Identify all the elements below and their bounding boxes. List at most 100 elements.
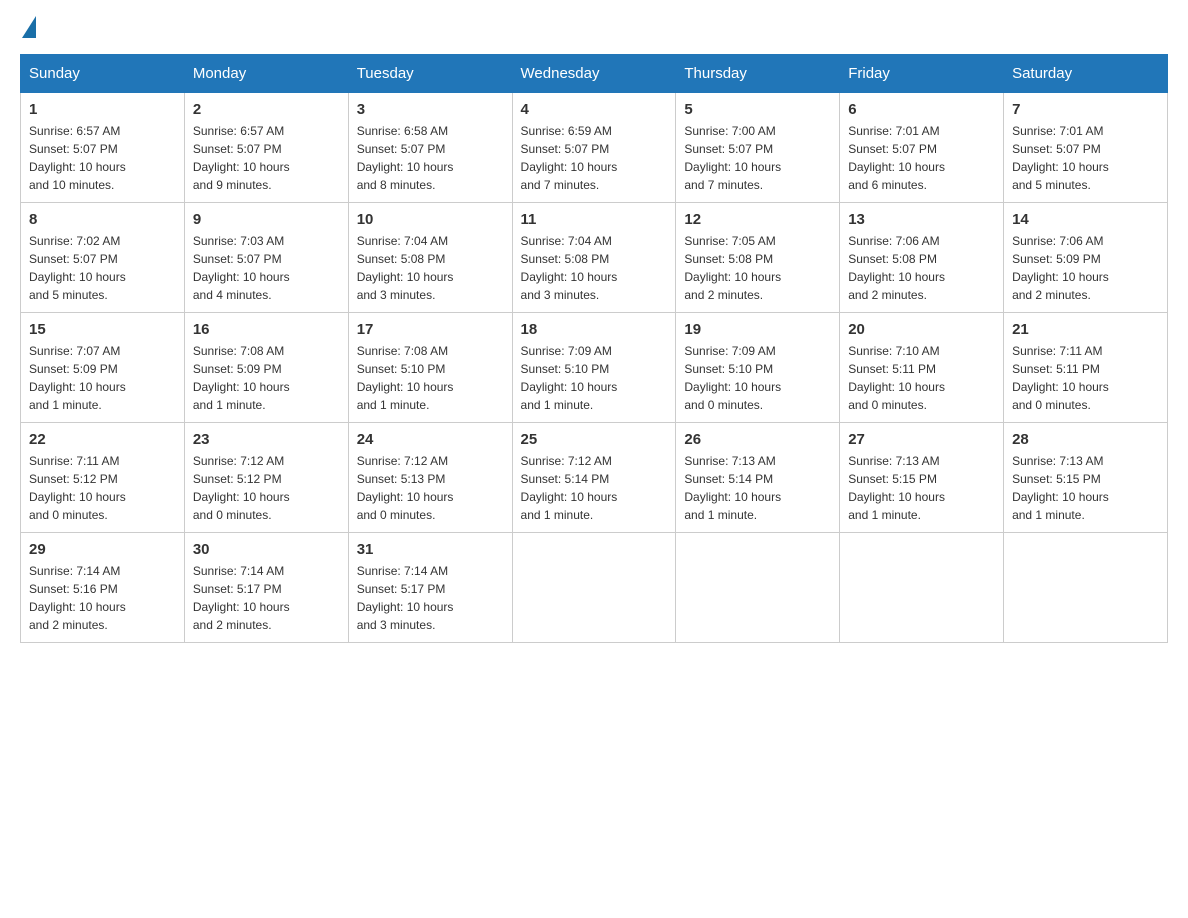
calendar-day-cell: 3 Sunrise: 6:58 AMSunset: 5:07 PMDayligh…: [348, 93, 512, 203]
calendar-day-cell: 28 Sunrise: 7:13 AMSunset: 5:15 PMDaylig…: [1004, 423, 1168, 533]
day-number: 13: [848, 211, 995, 228]
calendar-day-cell: 2 Sunrise: 6:57 AMSunset: 5:07 PMDayligh…: [184, 93, 348, 203]
day-info: Sunrise: 7:03 AMSunset: 5:07 PMDaylight:…: [193, 234, 290, 302]
day-number: 4: [521, 101, 668, 118]
calendar-day-cell: 21 Sunrise: 7:11 AMSunset: 5:11 PMDaylig…: [1004, 313, 1168, 423]
calendar-day-cell: 23 Sunrise: 7:12 AMSunset: 5:12 PMDaylig…: [184, 423, 348, 533]
calendar-day-cell: [676, 533, 840, 643]
day-of-week-header: Sunday: [21, 55, 185, 93]
day-number: 24: [357, 431, 504, 448]
calendar-day-cell: 12 Sunrise: 7:05 AMSunset: 5:08 PMDaylig…: [676, 203, 840, 313]
day-number: 27: [848, 431, 995, 448]
calendar-week-row: 15 Sunrise: 7:07 AMSunset: 5:09 PMDaylig…: [21, 313, 1168, 423]
day-info: Sunrise: 7:02 AMSunset: 5:07 PMDaylight:…: [29, 234, 126, 302]
day-info: Sunrise: 6:57 AMSunset: 5:07 PMDaylight:…: [29, 124, 126, 192]
day-number: 1: [29, 101, 176, 118]
day-number: 26: [684, 431, 831, 448]
day-of-week-header: Tuesday: [348, 55, 512, 93]
calendar-week-row: 22 Sunrise: 7:11 AMSunset: 5:12 PMDaylig…: [21, 423, 1168, 533]
day-number: 12: [684, 211, 831, 228]
calendar-day-cell: 30 Sunrise: 7:14 AMSunset: 5:17 PMDaylig…: [184, 533, 348, 643]
calendar-day-cell: 14 Sunrise: 7:06 AMSunset: 5:09 PMDaylig…: [1004, 203, 1168, 313]
day-info: Sunrise: 7:13 AMSunset: 5:15 PMDaylight:…: [848, 454, 945, 522]
calendar-day-cell: 11 Sunrise: 7:04 AMSunset: 5:08 PMDaylig…: [512, 203, 676, 313]
day-number: 22: [29, 431, 176, 448]
day-number: 28: [1012, 431, 1159, 448]
calendar-day-cell: 31 Sunrise: 7:14 AMSunset: 5:17 PMDaylig…: [348, 533, 512, 643]
calendar-day-cell: 9 Sunrise: 7:03 AMSunset: 5:07 PMDayligh…: [184, 203, 348, 313]
calendar-table: SundayMondayTuesdayWednesdayThursdayFrid…: [20, 54, 1168, 643]
day-number: 29: [29, 541, 176, 558]
day-info: Sunrise: 7:10 AMSunset: 5:11 PMDaylight:…: [848, 344, 945, 412]
day-number: 18: [521, 321, 668, 338]
day-info: Sunrise: 7:14 AMSunset: 5:17 PMDaylight:…: [357, 564, 454, 632]
calendar-day-cell: 6 Sunrise: 7:01 AMSunset: 5:07 PMDayligh…: [840, 93, 1004, 203]
day-info: Sunrise: 7:04 AMSunset: 5:08 PMDaylight:…: [357, 234, 454, 302]
day-info: Sunrise: 7:14 AMSunset: 5:16 PMDaylight:…: [29, 564, 126, 632]
day-number: 23: [193, 431, 340, 448]
day-info: Sunrise: 7:11 AMSunset: 5:12 PMDaylight:…: [29, 454, 126, 522]
day-number: 19: [684, 321, 831, 338]
calendar-day-cell: 10 Sunrise: 7:04 AMSunset: 5:08 PMDaylig…: [348, 203, 512, 313]
calendar-day-cell: 27 Sunrise: 7:13 AMSunset: 5:15 PMDaylig…: [840, 423, 1004, 533]
day-number: 8: [29, 211, 176, 228]
day-number: 31: [357, 541, 504, 558]
day-number: 10: [357, 211, 504, 228]
day-info: Sunrise: 7:09 AMSunset: 5:10 PMDaylight:…: [521, 344, 618, 412]
calendar-header-row: SundayMondayTuesdayWednesdayThursdayFrid…: [21, 55, 1168, 93]
logo: [20, 20, 36, 34]
calendar-day-cell: 17 Sunrise: 7:08 AMSunset: 5:10 PMDaylig…: [348, 313, 512, 423]
day-number: 9: [193, 211, 340, 228]
calendar-day-cell: 7 Sunrise: 7:01 AMSunset: 5:07 PMDayligh…: [1004, 93, 1168, 203]
day-info: Sunrise: 7:08 AMSunset: 5:10 PMDaylight:…: [357, 344, 454, 412]
day-of-week-header: Monday: [184, 55, 348, 93]
day-info: Sunrise: 7:12 AMSunset: 5:14 PMDaylight:…: [521, 454, 618, 522]
day-number: 3: [357, 101, 504, 118]
calendar-day-cell: 13 Sunrise: 7:06 AMSunset: 5:08 PMDaylig…: [840, 203, 1004, 313]
calendar-day-cell: 20 Sunrise: 7:10 AMSunset: 5:11 PMDaylig…: [840, 313, 1004, 423]
logo-triangle-icon: [22, 16, 36, 38]
page-header: [20, 20, 1168, 34]
day-of-week-header: Wednesday: [512, 55, 676, 93]
day-info: Sunrise: 7:12 AMSunset: 5:12 PMDaylight:…: [193, 454, 290, 522]
day-info: Sunrise: 7:13 AMSunset: 5:15 PMDaylight:…: [1012, 454, 1109, 522]
day-info: Sunrise: 7:00 AMSunset: 5:07 PMDaylight:…: [684, 124, 781, 192]
calendar-week-row: 29 Sunrise: 7:14 AMSunset: 5:16 PMDaylig…: [21, 533, 1168, 643]
day-of-week-header: Thursday: [676, 55, 840, 93]
day-number: 14: [1012, 211, 1159, 228]
day-info: Sunrise: 6:59 AMSunset: 5:07 PMDaylight:…: [521, 124, 618, 192]
day-number: 7: [1012, 101, 1159, 118]
day-info: Sunrise: 7:01 AMSunset: 5:07 PMDaylight:…: [1012, 124, 1109, 192]
day-number: 6: [848, 101, 995, 118]
calendar-day-cell: 24 Sunrise: 7:12 AMSunset: 5:13 PMDaylig…: [348, 423, 512, 533]
calendar-day-cell: 5 Sunrise: 7:00 AMSunset: 5:07 PMDayligh…: [676, 93, 840, 203]
day-info: Sunrise: 7:04 AMSunset: 5:08 PMDaylight:…: [521, 234, 618, 302]
calendar-day-cell: 8 Sunrise: 7:02 AMSunset: 5:07 PMDayligh…: [21, 203, 185, 313]
day-info: Sunrise: 6:57 AMSunset: 5:07 PMDaylight:…: [193, 124, 290, 192]
day-number: 2: [193, 101, 340, 118]
day-number: 16: [193, 321, 340, 338]
day-info: Sunrise: 7:13 AMSunset: 5:14 PMDaylight:…: [684, 454, 781, 522]
day-number: 17: [357, 321, 504, 338]
day-info: Sunrise: 7:11 AMSunset: 5:11 PMDaylight:…: [1012, 344, 1109, 412]
calendar-week-row: 1 Sunrise: 6:57 AMSunset: 5:07 PMDayligh…: [21, 93, 1168, 203]
day-number: 15: [29, 321, 176, 338]
day-info: Sunrise: 7:09 AMSunset: 5:10 PMDaylight:…: [684, 344, 781, 412]
calendar-day-cell: [1004, 533, 1168, 643]
day-info: Sunrise: 7:07 AMSunset: 5:09 PMDaylight:…: [29, 344, 126, 412]
calendar-day-cell: 19 Sunrise: 7:09 AMSunset: 5:10 PMDaylig…: [676, 313, 840, 423]
calendar-day-cell: 22 Sunrise: 7:11 AMSunset: 5:12 PMDaylig…: [21, 423, 185, 533]
calendar-week-row: 8 Sunrise: 7:02 AMSunset: 5:07 PMDayligh…: [21, 203, 1168, 313]
calendar-day-cell: 29 Sunrise: 7:14 AMSunset: 5:16 PMDaylig…: [21, 533, 185, 643]
day-of-week-header: Friday: [840, 55, 1004, 93]
calendar-day-cell: 26 Sunrise: 7:13 AMSunset: 5:14 PMDaylig…: [676, 423, 840, 533]
calendar-day-cell: 1 Sunrise: 6:57 AMSunset: 5:07 PMDayligh…: [21, 93, 185, 203]
day-of-week-header: Saturday: [1004, 55, 1168, 93]
calendar-day-cell: 16 Sunrise: 7:08 AMSunset: 5:09 PMDaylig…: [184, 313, 348, 423]
day-info: Sunrise: 7:05 AMSunset: 5:08 PMDaylight:…: [684, 234, 781, 302]
day-info: Sunrise: 7:06 AMSunset: 5:08 PMDaylight:…: [848, 234, 945, 302]
calendar-day-cell: [840, 533, 1004, 643]
calendar-day-cell: 15 Sunrise: 7:07 AMSunset: 5:09 PMDaylig…: [21, 313, 185, 423]
day-info: Sunrise: 7:08 AMSunset: 5:09 PMDaylight:…: [193, 344, 290, 412]
day-number: 30: [193, 541, 340, 558]
